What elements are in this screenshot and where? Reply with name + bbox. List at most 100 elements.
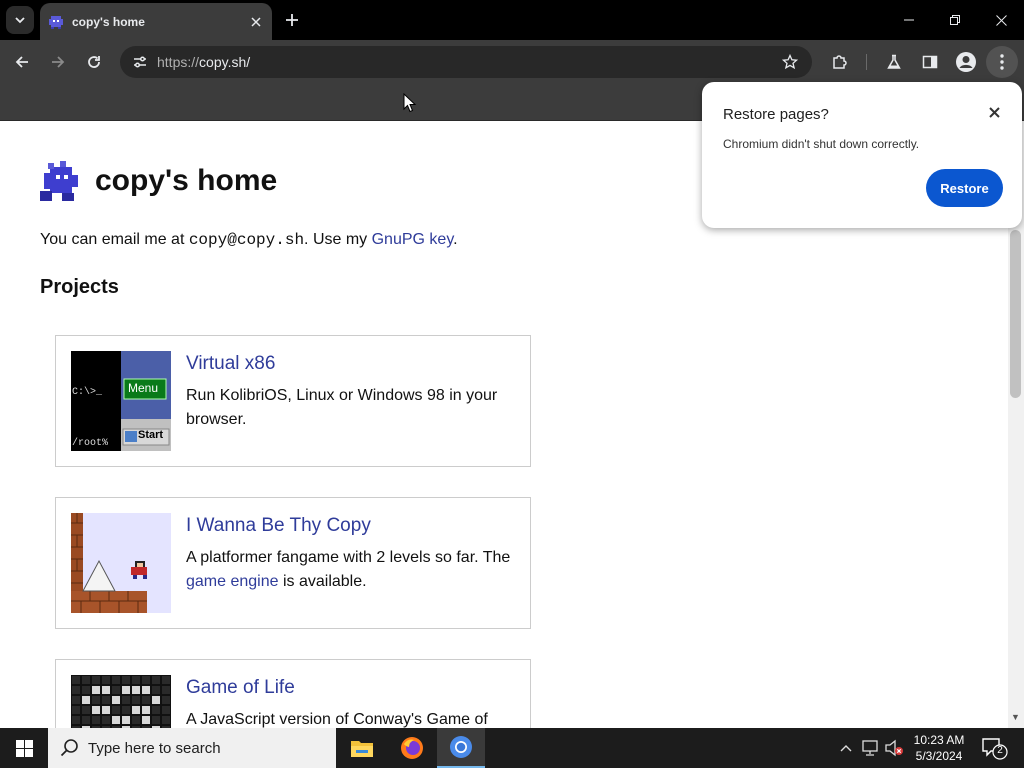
show-hidden-icons-button[interactable] (838, 740, 854, 756)
life-cell (92, 716, 100, 724)
windows-taskbar: Type here to search 10:23 AM 5/3/2024 2 (0, 728, 1024, 768)
browser-menu-button[interactable] (988, 48, 1016, 76)
tab-strip: copy's home (0, 0, 1024, 40)
taskbar-clock[interactable]: 10:23 AM 5/3/2024 (905, 732, 973, 764)
labs-button[interactable] (880, 48, 908, 76)
game-of-life-grid (71, 675, 171, 728)
start-button[interactable] (0, 728, 48, 768)
close-icon (988, 106, 1000, 118)
mouse-cursor-icon (403, 93, 417, 113)
tab-title: copy's home (72, 14, 145, 29)
life-cell (122, 676, 130, 684)
clock-time: 10:23 AM (913, 733, 965, 747)
game-of-life-link[interactable]: Game of Life (186, 677, 295, 699)
game-of-life-thumbnail[interactable] (71, 675, 171, 728)
url-text: https://copy.sh/ (157, 54, 250, 70)
life-cell (132, 706, 140, 714)
life-cell (82, 716, 90, 724)
life-cell (82, 676, 90, 684)
site-info-button[interactable] (128, 50, 152, 74)
side-panel-icon (922, 55, 938, 69)
forward-button[interactable] (44, 48, 72, 76)
life-cell (72, 716, 80, 724)
intro-suffix: . (453, 231, 458, 248)
tab-close-icon[interactable] (244, 10, 268, 34)
restore-down-button[interactable] (932, 0, 978, 40)
scrollbar-thumb[interactable] (1010, 230, 1021, 398)
tab-active[interactable]: copy's home (40, 3, 272, 40)
platformer-screenshot (71, 513, 171, 613)
side-panel-button[interactable] (916, 48, 944, 76)
browser-toolbar: https://copy.sh/ (0, 40, 1024, 84)
i-wanna-be-thy-copy-thumbnail[interactable] (71, 513, 171, 613)
page-title: copy's home (95, 164, 278, 197)
i-wanna-be-thy-copy-description: A platformer fangame with 2 levels so fa… (186, 546, 516, 594)
url-scheme: https:// (157, 54, 200, 70)
life-cell (72, 706, 80, 714)
life-cell (92, 676, 100, 684)
restore-dialog-title: Restore pages? (723, 106, 829, 123)
life-cell (122, 696, 130, 704)
life-cell (152, 676, 160, 684)
i-wanna-be-thy-copy-link[interactable]: I Wanna Be Thy Copy (186, 515, 371, 537)
life-cell (142, 696, 150, 704)
windows-logo-icon (15, 739, 33, 757)
firefox-taskbar-button[interactable] (388, 728, 436, 768)
clock-date: 5/3/2024 (915, 749, 963, 763)
scroll-down-arrow[interactable]: ▼ (1010, 712, 1021, 724)
virtual-x86-description: Run KolibriOS, Linux or Windows 98 in yo… (186, 387, 498, 428)
email-address: copy@copy.sh (188, 231, 305, 249)
game-of-life-description: A JavaScript version of Conway's Game of (186, 711, 488, 728)
notifications-button[interactable]: 2 (980, 736, 1008, 760)
close-icon (995, 14, 1007, 26)
restore-window-icon (950, 15, 960, 25)
profile-button[interactable] (952, 48, 980, 76)
extensions-button[interactable] (826, 48, 854, 76)
tab-search-button[interactable] (6, 6, 34, 34)
reload-button[interactable] (80, 48, 108, 76)
gnupg-key-link[interactable]: GnuPG key (372, 231, 454, 248)
life-cell (122, 686, 130, 694)
life-cell (92, 686, 100, 694)
reload-icon (88, 56, 100, 68)
life-cell (142, 676, 150, 684)
search-placeholder: Type here to search (88, 739, 221, 757)
arrow-right-icon (52, 56, 65, 68)
restore-dialog-close-button[interactable] (984, 102, 1004, 122)
life-cell (112, 686, 120, 694)
chromium-taskbar-button[interactable] (437, 728, 485, 768)
life-cell (152, 696, 160, 704)
firefox-icon (401, 737, 423, 759)
life-cell (132, 696, 140, 704)
network-icon[interactable] (860, 739, 880, 757)
life-cell (112, 696, 120, 704)
file-explorer-taskbar-button[interactable] (338, 728, 386, 768)
virtual-x86-thumbnail[interactable]: C:\>_ Menu /root% Start (71, 351, 171, 451)
new-tab-button[interactable] (280, 8, 304, 32)
life-cell (132, 676, 140, 684)
search-icon (60, 739, 78, 757)
project-card-virtual-x86: C:\>_ Menu /root% Start Virtual x86 Run … (55, 335, 531, 467)
restore-button[interactable]: Restore (926, 169, 1003, 207)
minimize-button[interactable] (886, 0, 932, 40)
desc-suffix: is available. (278, 573, 367, 590)
life-cell (82, 686, 90, 694)
taskbar-search-box[interactable]: Type here to search (48, 728, 336, 768)
life-cell (102, 716, 110, 724)
address-bar[interactable]: https://copy.sh/ (120, 46, 812, 78)
life-cell (122, 716, 130, 724)
life-cell (142, 716, 150, 724)
bookmark-button[interactable] (778, 50, 802, 74)
virtual-x86-link[interactable]: Virtual x86 (186, 353, 275, 375)
life-cell (162, 676, 170, 684)
volume-muted-icon[interactable] (884, 739, 904, 757)
life-cell (72, 686, 80, 694)
life-cell (132, 716, 140, 724)
life-cell (132, 686, 140, 694)
project-card-game-of-life: Game of Life A JavaScript version of Con… (55, 659, 531, 728)
close-window-button[interactable] (978, 0, 1024, 40)
back-button[interactable] (8, 48, 36, 76)
game-engine-link[interactable]: game engine (186, 573, 279, 590)
life-cell (92, 706, 100, 714)
chromium-icon (450, 736, 472, 758)
